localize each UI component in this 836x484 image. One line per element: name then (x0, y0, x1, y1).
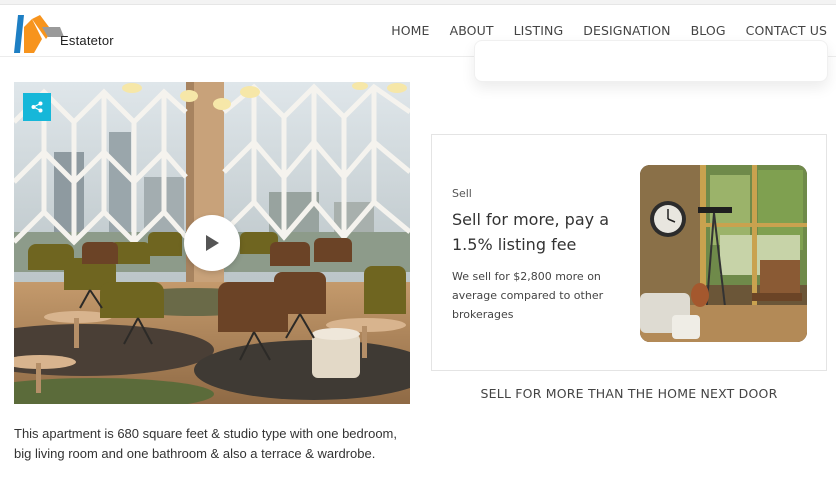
share-button[interactable] (23, 93, 51, 121)
brand-logo[interactable]: Estatetor (12, 9, 114, 55)
play-icon (206, 235, 219, 251)
sell-title: Sell for more, pay a 1.5% listing fee (452, 210, 609, 254)
main-nav: HOME ABOUT LISTING DESIGNATION BLOG CONT… (371, 23, 827, 38)
sell-eyebrow: Sell (452, 187, 472, 200)
nav-designation[interactable]: DESIGNATION (583, 23, 670, 38)
nav-contact-us[interactable]: CONTACT US (746, 23, 827, 38)
nav-blog[interactable]: BLOG (691, 23, 726, 38)
nav-home[interactable]: HOME (391, 23, 429, 38)
play-video-button[interactable] (184, 215, 240, 271)
sell-body: We sell for $2,800 more on average compa… (452, 270, 604, 321)
sell-caption: SELL FOR MORE THAN THE HOME NEXT DOOR (480, 386, 778, 401)
porch-interior-image (640, 165, 807, 342)
brand-name: Estatetor (60, 33, 114, 48)
nav-listing[interactable]: LISTING (514, 23, 564, 38)
sell-promo-card: Sell Sell for more, pay a 1.5% listing f… (431, 134, 827, 371)
floating-card (474, 40, 828, 82)
logo-mark-icon (14, 15, 64, 53)
share-icon (31, 101, 43, 113)
nav-about[interactable]: ABOUT (450, 23, 494, 38)
property-description: This apartment is 680 square feet & stud… (14, 426, 397, 461)
sell-photo (640, 165, 807, 342)
